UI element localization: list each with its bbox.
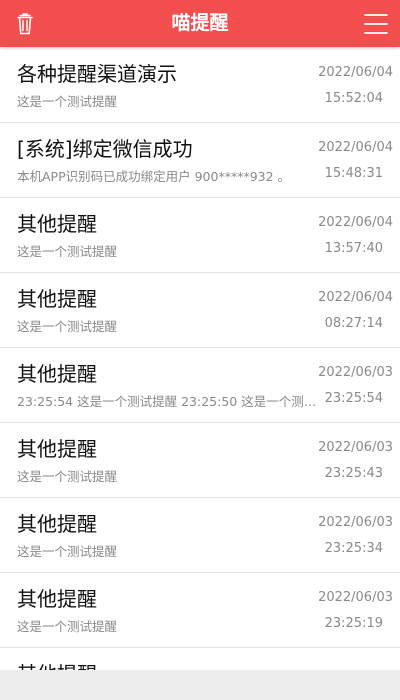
- notification-item[interactable]: [系统]绑定微信成功 本机APP识别码已成功绑定用户 900*****932 。…: [0, 123, 400, 198]
- notification-body: 这是一个测试提醒: [17, 94, 118, 109]
- notification-date: 2022/06/03: [318, 365, 393, 380]
- notification-time: 15:48:31: [324, 166, 383, 181]
- notification-date: 2022/06/03: [318, 515, 393, 530]
- notification-item[interactable]: 其他提醒 这是一个测试提醒 2022/06/03 23:25:19: [0, 573, 400, 648]
- notification-date: 2022/06/04: [318, 65, 393, 80]
- notification-list[interactable]: 各种提醒渠道演示 这是一个测试提醒 2022/06/04 15:52:04 [系…: [0, 47, 400, 670]
- menu-icon[interactable]: [364, 13, 388, 35]
- app-header: 喵提醒: [0, 0, 400, 47]
- notification-body: 本机APP识别码已成功绑定用户 900*****932 。: [17, 169, 291, 184]
- notification-item[interactable]: 其他提醒: [0, 648, 400, 670]
- notification-title: 其他提醒: [17, 512, 97, 536]
- notification-title: [系统]绑定微信成功: [17, 137, 193, 161]
- notification-item[interactable]: 其他提醒 这是一个测试提醒 2022/06/03 23:25:43: [0, 423, 400, 498]
- notification-time: 13:57:40: [324, 241, 383, 256]
- notification-time: 23:25:43: [324, 466, 383, 481]
- notification-title: 其他提醒: [17, 658, 97, 670]
- notification-title: 其他提醒: [17, 437, 97, 461]
- notification-title: 其他提醒: [17, 212, 97, 236]
- notification-body: 这是一个测试提醒: [17, 544, 118, 559]
- notification-body: 这是一个测试提醒: [17, 619, 118, 634]
- notification-body: 23:25:54 这是一个测试提醒 23:25:50 这是一个测试提醒: [17, 394, 317, 409]
- notification-body: 这是一个测试提醒: [17, 319, 118, 334]
- notification-title: 各种提醒渠道演示: [17, 62, 177, 86]
- notification-date: 2022/06/04: [318, 140, 393, 155]
- notification-date: 2022/06/04: [318, 290, 393, 305]
- notification-item[interactable]: 其他提醒 这是一个测试提醒 2022/06/04 08:27:14: [0, 273, 400, 348]
- notification-body: 这是一个测试提醒: [17, 469, 118, 484]
- notification-time: 23:25:19: [324, 616, 383, 631]
- notification-item[interactable]: 其他提醒 这是一个测试提醒 2022/06/03 23:25:34: [0, 498, 400, 573]
- notification-item[interactable]: 其他提醒 23:25:54 这是一个测试提醒 23:25:50 这是一个测试提醒…: [0, 348, 400, 423]
- page-title: 喵提醒: [171, 12, 229, 34]
- notification-date: 2022/06/03: [318, 590, 393, 605]
- notification-time: 15:52:04: [324, 91, 383, 106]
- notification-title: 其他提醒: [17, 287, 97, 311]
- notification-body: 这是一个测试提醒: [17, 244, 118, 259]
- notification-date: 2022/06/03: [318, 440, 393, 455]
- bottom-bar: [0, 670, 400, 700]
- notification-date: 2022/06/04: [318, 215, 393, 230]
- notification-item[interactable]: 其他提醒 这是一个测试提醒 2022/06/04 13:57:40: [0, 198, 400, 273]
- notification-time: 23:25:34: [324, 541, 383, 556]
- notification-title: 其他提醒: [17, 587, 97, 611]
- notification-time: 23:25:54: [324, 391, 383, 406]
- app-screen: 喵提醒 各种提醒渠道演示 这是一个测试提醒 2022/06/04 15:52:0…: [0, 0, 400, 700]
- notification-item[interactable]: 各种提醒渠道演示 这是一个测试提醒 2022/06/04 15:52:04: [0, 47, 400, 123]
- notification-time: 08:27:14: [324, 316, 383, 331]
- notification-title: 其他提醒: [17, 362, 97, 386]
